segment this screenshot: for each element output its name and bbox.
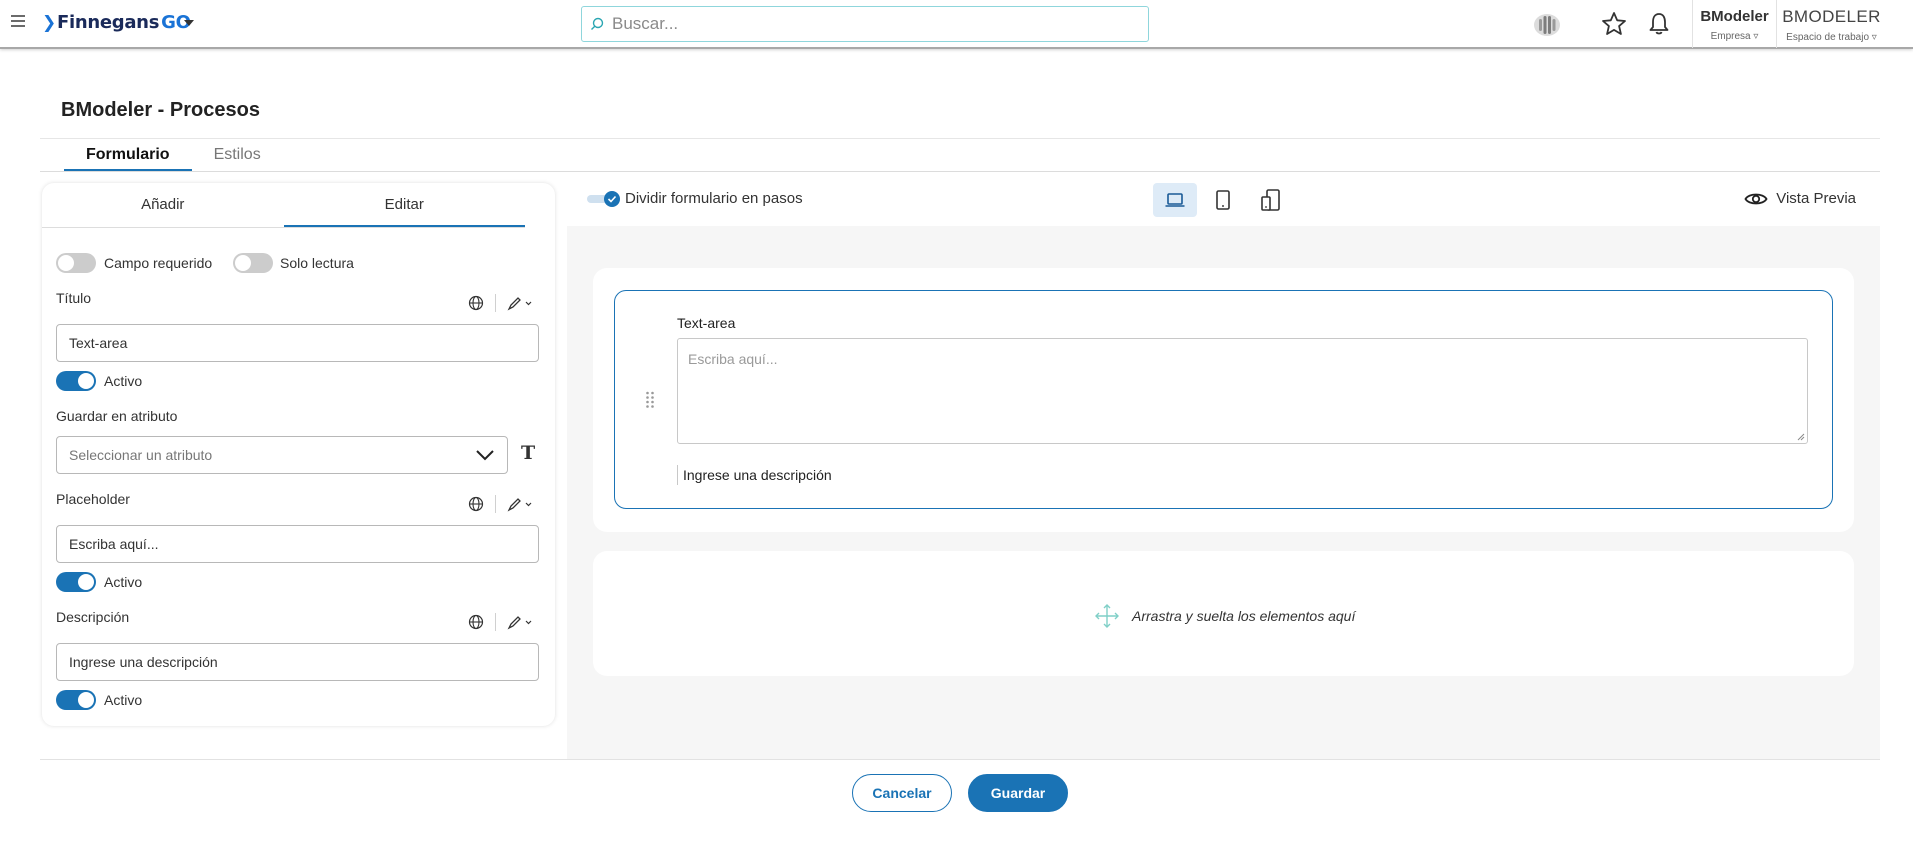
laptop-icon [1165,193,1185,207]
save-button[interactable]: Guardar [968,774,1068,812]
form-step-card: Text-area Escriba aquí... Ingrese una de… [593,268,1854,532]
tab-anadir[interactable]: Añadir [42,183,284,227]
bell-icon[interactable] [1645,10,1673,38]
drop-zone-text: Arrastra y suelta los elementos aquí [1132,608,1356,624]
placeholder-input[interactable]: Escriba aquí... [56,525,539,563]
globe-icon[interactable] [468,496,484,512]
company-label: Empresa [1710,31,1751,42]
readonly-toggle[interactable] [233,253,273,273]
readonly-label: Solo lectura [280,255,354,271]
save-attribute-label: Guardar en atributo [56,408,178,424]
logo-chevron-icon: ❯ [42,12,56,33]
properties-panel: Añadir Editar Campo requerido Solo lectu… [42,183,555,726]
globe-icon[interactable] [468,295,484,311]
separator [495,613,496,631]
placeholder-label: Placeholder [56,491,130,507]
required-toggle[interactable] [56,253,96,273]
text-type-icon[interactable]: T [521,442,535,464]
separator [495,495,496,513]
description-active-label: Activo [104,692,143,708]
drag-handle-icon[interactable] [645,391,655,409]
company-selector[interactable]: BModeler Empresa ▿ [1692,0,1776,48]
tablet-icon [1216,190,1230,210]
page-title: BModeler - Procesos [61,99,260,121]
brush-icon[interactable] [507,614,533,630]
responsive-view-button[interactable] [1249,183,1293,217]
page-tabs: Formulario Estilos [64,140,283,172]
tab-editar[interactable]: Editar [283,183,525,227]
tab-formulario[interactable]: Formulario [64,140,192,172]
logo-text: Finnegans [56,12,160,33]
company-caret-icon: ▿ [1753,31,1759,42]
divider [40,171,1880,172]
required-label: Campo requerido [104,255,213,271]
eye-icon [1744,193,1768,204]
company-name: BModeler [1700,8,1769,25]
brush-icon[interactable] [507,496,533,512]
split-steps-label: Dividir formulario en pasos [625,190,803,207]
move-icon [1095,604,1119,628]
app-switcher-caret-icon[interactable] [184,20,194,26]
placeholder-active-label: Activo [104,574,143,590]
title-label: Título [56,290,92,306]
attribute-select[interactable]: Seleccionar un atributo [56,436,508,474]
chevron-down-icon [476,450,494,461]
title-active-toggle[interactable] [56,371,96,391]
drop-zone-hint: Arrastra y suelta los elementos aquí [1095,604,1355,628]
drop-zone[interactable]: Arrastra y suelta los elementos aquí [593,551,1854,676]
description-active-toggle[interactable] [56,690,96,710]
star-icon[interactable] [1600,10,1628,38]
form-canvas: Text-area Escriba aquí... Ingrese una de… [567,226,1880,759]
menu-icon[interactable] [11,15,25,29]
tablet-view-button[interactable] [1201,183,1245,217]
divider [40,138,1880,139]
brush-icon[interactable] [507,295,533,311]
field-textarea[interactable]: Escriba aquí... [677,338,1808,444]
search-box[interactable] [581,6,1149,42]
canvas-toolbar: Dividir formulario en pasos Vista Previa [567,183,1880,227]
responsive-icon [1261,189,1280,211]
title-active-label: Activo [104,373,143,389]
form-field-selected[interactable]: Text-area Escriba aquí... Ingrese una de… [614,290,1833,509]
search-icon [591,17,604,30]
resize-handle-icon[interactable] [1797,433,1805,441]
field-description: Ingrese una descripción [677,465,832,485]
placeholder-active-toggle[interactable] [56,572,96,592]
description-input[interactable]: Ingrese una descripción [56,643,539,681]
workspace-name: BMODELER [1782,7,1881,26]
panel-tabs: Añadir Editar [42,183,525,228]
assistant-icon[interactable] [1533,11,1561,39]
attribute-select-value: Seleccionar un atributo [69,447,213,463]
field-placeholder: Escriba aquí... [688,351,778,367]
search-input[interactable] [612,14,1132,34]
cancel-button[interactable]: Cancelar [852,774,952,812]
separator [495,294,496,312]
preview-button[interactable]: Vista Previa [1744,190,1856,207]
top-bar: ❯ Finnegans GO BModeler Empresa ▿ BMODEL… [0,0,1913,49]
workspace-selector[interactable]: BMODELER Espacio de trabajo ▿ [1776,0,1886,48]
globe-icon[interactable] [468,614,484,630]
title-input[interactable]: Text-area [56,324,539,362]
divider [40,759,1880,760]
tab-estilos[interactable]: Estilos [192,140,283,172]
split-steps-toggle[interactable] [587,191,621,207]
laptop-view-button[interactable] [1153,183,1197,217]
preview-label: Vista Previa [1776,190,1856,207]
app-logo[interactable]: ❯ Finnegans GO [42,12,191,33]
workspace-label: Espacio de trabajo [1786,32,1870,43]
workspace-caret-icon: ▿ [1871,32,1877,43]
description-label: Descripción [56,609,130,625]
field-label: Text-area [677,315,736,331]
